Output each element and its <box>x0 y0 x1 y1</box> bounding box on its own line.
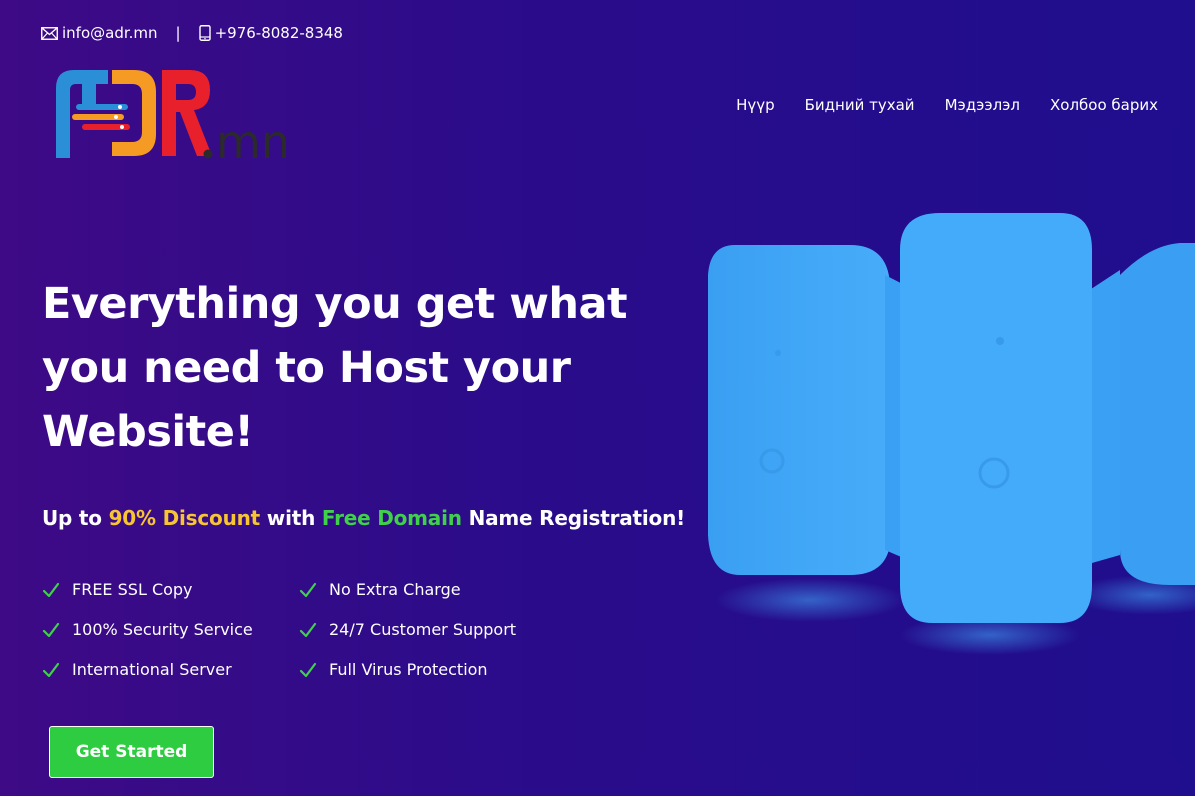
check-icon <box>42 622 60 637</box>
feature-label: FREE SSL Copy <box>72 580 193 599</box>
svg-text:mn: mn <box>216 115 290 164</box>
server-racks-image <box>708 213 1195 655</box>
feature-label: International Server <box>72 660 232 679</box>
feature-item: 24/7 Customer Support <box>299 618 559 641</box>
subline-text-1: Up to <box>42 506 109 530</box>
main-navigation: Нүүр Бидний тухай Мэдээлэл Холбоо барих <box>736 96 1158 114</box>
phone-text: +976-8082-8348 <box>214 24 343 42</box>
site-logo[interactable]: mn <box>52 62 312 169</box>
check-icon <box>299 582 317 597</box>
email-contact[interactable]: info@adr.mn <box>41 24 158 42</box>
feature-label: Full Virus Protection <box>329 660 488 679</box>
feature-item: No Extra Charge <box>299 578 559 601</box>
nav-about[interactable]: Бидний тухай <box>805 96 915 114</box>
feature-list: FREE SSL Copy No Extra Charge 100% Secur… <box>42 578 559 681</box>
server-illustration <box>700 205 1195 665</box>
check-icon <box>42 662 60 677</box>
free-domain-highlight: Free Domain <box>321 506 462 530</box>
get-started-button[interactable]: Get Started <box>49 726 214 778</box>
nav-home[interactable]: Нүүр <box>736 96 775 114</box>
feature-label: 100% Security Service <box>72 620 253 639</box>
feature-item: Full Virus Protection <box>299 658 559 681</box>
subline-text-2: with <box>260 506 322 530</box>
discount-highlight: 90% Discount <box>108 506 261 530</box>
check-icon <box>42 582 60 597</box>
feature-item: 100% Security Service <box>42 618 299 641</box>
email-text: info@adr.mn <box>62 24 158 42</box>
check-icon <box>299 622 317 637</box>
subline-text-3: Name Registration! <box>461 506 686 530</box>
check-icon <box>299 662 317 677</box>
adr-logo-image: mn <box>56 70 290 169</box>
hero-subline: Up to 90% Discount with Free Domain Name… <box>42 506 685 530</box>
feature-label: 24/7 Customer Support <box>329 620 517 639</box>
phone-contact[interactable]: +976-8082-8348 <box>198 24 343 42</box>
feature-item: FREE SSL Copy <box>42 578 299 601</box>
feature-label: No Extra Charge <box>329 580 461 599</box>
mobile-phone-icon <box>198 25 211 41</box>
envelope-icon <box>41 26 58 40</box>
hero-headline: Everything you get what you need to Host… <box>42 279 628 457</box>
contact-separator: | <box>175 24 181 42</box>
top-contact-bar: info@adr.mn | +976-8082-8348 <box>41 22 343 44</box>
feature-item: International Server <box>42 658 299 681</box>
nav-contact[interactable]: Холбоо барих <box>1050 96 1158 114</box>
nav-news[interactable]: Мэдээлэл <box>945 96 1020 114</box>
